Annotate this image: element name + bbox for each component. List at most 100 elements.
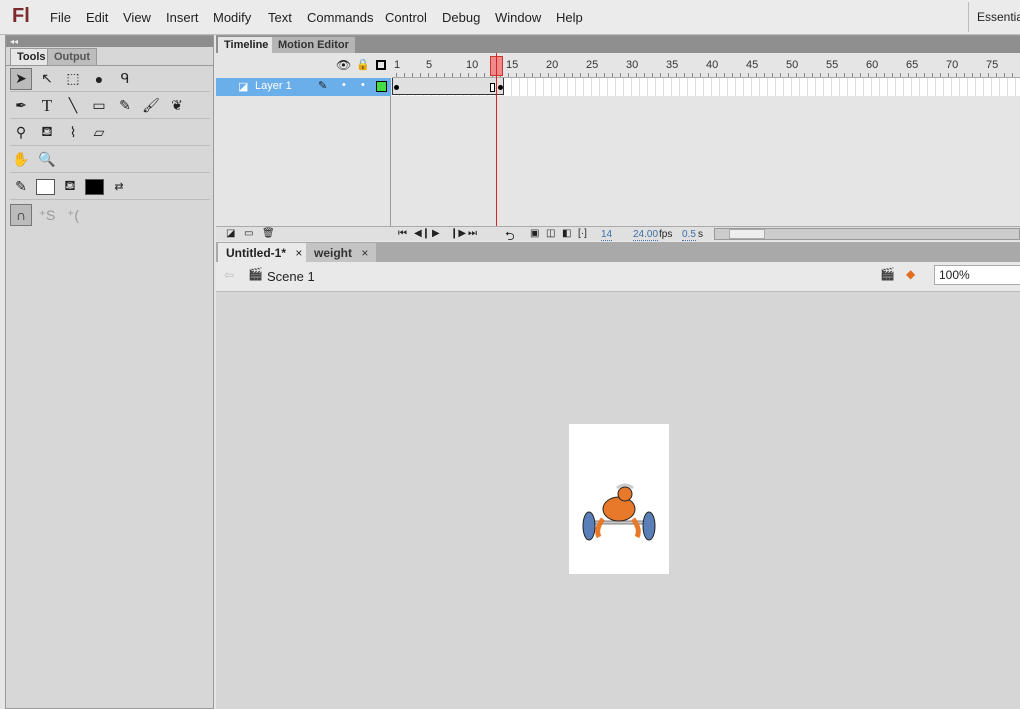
scrollbar-thumb[interactable] bbox=[729, 229, 765, 239]
panel-collapse-button[interactable]: ◂◂ bbox=[6, 36, 213, 47]
frame-number: 15 bbox=[506, 59, 519, 71]
visible-dot: • bbox=[342, 79, 346, 91]
step-forward-icon[interactable]: ❙▶ bbox=[450, 228, 466, 239]
frame-tick bbox=[948, 73, 949, 77]
document-tabs: Untitled-1* × weight × bbox=[216, 242, 1020, 262]
layer-frames[interactable] bbox=[392, 78, 1020, 96]
first-frame-icon[interactable]: ⏮ bbox=[398, 228, 407, 239]
lock-icon[interactable]: 🔒 bbox=[356, 58, 370, 71]
frame-tick bbox=[788, 73, 789, 77]
frame-tick bbox=[852, 73, 853, 77]
playhead[interactable] bbox=[496, 53, 497, 228]
outline-icon[interactable] bbox=[376, 60, 386, 70]
new-layer-icon[interactable]: ◪ bbox=[226, 228, 235, 239]
text-tool-icon[interactable]: T bbox=[36, 95, 58, 117]
eraser-tool-icon[interactable]: ▱ bbox=[88, 122, 110, 144]
onion-skin-icon[interactable]: ▣ bbox=[530, 228, 539, 239]
subselection-tool-icon[interactable]: ↖ bbox=[36, 68, 58, 90]
stage[interactable] bbox=[569, 424, 669, 574]
frame-number: 75 bbox=[986, 59, 999, 71]
menu-view[interactable]: View bbox=[123, 10, 151, 25]
layer-color-swatch[interactable] bbox=[376, 81, 387, 92]
bone-tool-icon[interactable]: ⚲ bbox=[10, 122, 32, 144]
close-icon[interactable]: × bbox=[361, 246, 368, 260]
app-logo: Fl bbox=[12, 5, 30, 27]
frame-tick bbox=[580, 73, 581, 77]
menu-insert[interactable]: Insert bbox=[166, 10, 199, 25]
zoom-input[interactable]: 100% bbox=[934, 265, 1020, 285]
3d-rotation-tool-icon[interactable]: ● bbox=[88, 68, 110, 90]
onion-markers-icon[interactable]: [·] bbox=[578, 228, 587, 239]
menu-file[interactable]: File bbox=[50, 10, 71, 25]
tab-untitled-1[interactable]: Untitled-1* × bbox=[218, 243, 311, 262]
deco-tool-icon[interactable]: ❦ bbox=[166, 95, 188, 117]
frame-tick bbox=[396, 73, 397, 77]
workspace-switcher[interactable]: Essentials bbox=[968, 2, 1020, 32]
menu-edit[interactable]: Edit bbox=[86, 10, 108, 25]
smooth-icon[interactable]: ⁺S bbox=[36, 204, 58, 226]
onion-outlines-icon[interactable]: ◫ bbox=[546, 228, 555, 239]
fill-color-swatch[interactable] bbox=[85, 178, 104, 195]
last-frame-icon[interactable]: ⏭ bbox=[468, 228, 477, 239]
line-tool-icon[interactable]: ╲ bbox=[62, 95, 84, 117]
menu-window[interactable]: Window bbox=[495, 10, 541, 25]
pen-tool-icon[interactable]: ✒ bbox=[10, 95, 32, 117]
layer-name: Layer 1 bbox=[255, 80, 292, 92]
selection-tool-icon[interactable]: ➤ bbox=[10, 67, 32, 90]
zoom-tool-icon[interactable]: 🔍 bbox=[36, 149, 58, 171]
frame-tick bbox=[836, 73, 837, 77]
menu-help[interactable]: Help bbox=[556, 10, 583, 25]
frame-number: 45 bbox=[746, 59, 759, 71]
rectangle-tool-icon[interactable]: ▭ bbox=[88, 95, 110, 117]
stage-area[interactable] bbox=[216, 292, 1020, 709]
swap-colors-icon[interactable]: ⇄ bbox=[108, 176, 130, 198]
frame-tick bbox=[988, 73, 989, 77]
free-transform-tool-icon[interactable]: ⬚ bbox=[62, 68, 84, 90]
edit-scene-icon[interactable]: 🎬 bbox=[880, 267, 895, 281]
current-frame[interactable]: 14 bbox=[601, 229, 613, 241]
frame-tick bbox=[548, 73, 549, 77]
keyframe[interactable] bbox=[394, 85, 399, 90]
tab-output[interactable]: Output bbox=[47, 48, 98, 65]
tab-motion-editor[interactable]: Motion Editor bbox=[272, 37, 355, 53]
new-folder-icon[interactable]: ▭ bbox=[244, 228, 253, 239]
show-hide-icon[interactable]: 👁 bbox=[336, 58, 351, 72]
edit-multiple-icon[interactable]: ◧ bbox=[562, 228, 571, 239]
keyframe[interactable] bbox=[498, 85, 503, 90]
frame-number: 10 bbox=[466, 59, 479, 71]
menu-modify[interactable]: Modify bbox=[213, 10, 251, 25]
menu-commands[interactable]: Commands bbox=[307, 10, 373, 25]
back-arrow-icon[interactable]: ⇦ bbox=[224, 268, 234, 282]
menu-text[interactable]: Text bbox=[268, 10, 292, 25]
tab-timeline[interactable]: Timeline bbox=[218, 37, 275, 53]
pencil-tool-icon[interactable]: ✎ bbox=[114, 95, 136, 117]
paint-bucket-tool-icon[interactable]: ⛾ bbox=[36, 122, 58, 144]
straighten-icon[interactable]: ⁺( bbox=[62, 204, 84, 226]
tab-weight[interactable]: weight × bbox=[306, 243, 377, 262]
weightlifter-graphic[interactable] bbox=[569, 424, 669, 574]
edit-symbols-icon[interactable]: ◆ bbox=[906, 267, 915, 281]
frame-ruler[interactable]: 1 5 10 15 20 25 30 35 40 45 50 55 60 65 70 75 bbox=[392, 53, 1020, 78]
menu-control[interactable]: Control bbox=[385, 10, 427, 25]
layer-row[interactable]: ◪ Layer 1 ✎ • • bbox=[216, 78, 391, 96]
eyedropper-tool-icon[interactable]: ⌇ bbox=[62, 122, 84, 144]
frame-tick bbox=[668, 73, 669, 77]
snap-magnet-icon[interactable]: ∩ bbox=[10, 204, 32, 226]
frame-tick bbox=[804, 73, 805, 77]
step-back-icon[interactable]: ◀❙ bbox=[414, 228, 430, 239]
scene-name[interactable]: Scene 1 bbox=[267, 269, 315, 284]
close-icon[interactable]: × bbox=[295, 246, 302, 260]
delete-icon[interactable]: 🗑 bbox=[262, 228, 275, 239]
frame-span[interactable] bbox=[392, 78, 504, 95]
frame-tick bbox=[708, 73, 709, 77]
frame-tick bbox=[572, 73, 573, 77]
hand-tool-icon[interactable]: ✋ bbox=[10, 149, 32, 171]
frame-rate[interactable]: 24.00 bbox=[633, 229, 659, 241]
lasso-tool-icon[interactable]: ᑫ bbox=[114, 68, 136, 90]
brush-tool-icon[interactable]: 🖌 bbox=[140, 95, 162, 117]
stroke-color-swatch[interactable] bbox=[36, 178, 55, 195]
menu-debug[interactable]: Debug bbox=[442, 10, 480, 25]
timeline-scrollbar[interactable] bbox=[714, 228, 1020, 240]
frame-tick bbox=[612, 73, 613, 77]
play-icon[interactable]: ▶ bbox=[432, 228, 440, 239]
